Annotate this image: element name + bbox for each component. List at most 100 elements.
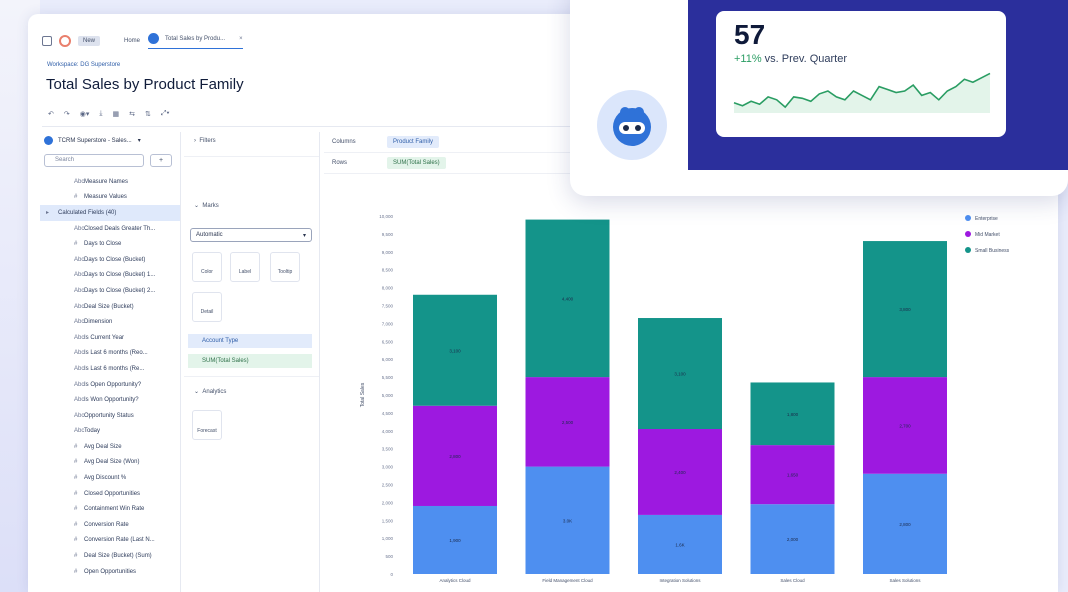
field-item[interactable]: ▸ Calculated Fields (40) bbox=[40, 205, 180, 221]
expand-icon[interactable]: ⤢▾ bbox=[161, 110, 170, 118]
columns-pill[interactable]: Product Family bbox=[387, 136, 440, 148]
chevron-down-icon[interactable]: ▾ bbox=[138, 137, 141, 144]
kpi-value: 57 bbox=[734, 19, 766, 50]
divider bbox=[184, 376, 319, 377]
field-type-icon: Abc bbox=[74, 397, 85, 404]
close-tab-icon[interactable]: × bbox=[239, 36, 243, 42]
label-button[interactable]: Label bbox=[230, 252, 260, 282]
search-input[interactable]: Search bbox=[44, 154, 144, 167]
chevron-down-icon: ▾ bbox=[302, 233, 306, 239]
detail-label: Detail bbox=[200, 309, 214, 315]
field-item[interactable]: # Avg Deal Size (Won) bbox=[40, 455, 180, 471]
field-label: Avg Deal Size bbox=[84, 443, 122, 450]
download-icon[interactable]: ⤓ bbox=[99, 110, 102, 118]
y-tick-label: 2,000 bbox=[382, 500, 394, 505]
field-type-icon: # bbox=[74, 490, 78, 497]
data-label: 1,900 bbox=[449, 538, 461, 543]
redo-icon[interactable]: ↷ bbox=[64, 110, 70, 118]
analytics-label: Analytics bbox=[202, 389, 227, 395]
field-type-icon: Abc bbox=[74, 412, 85, 419]
sort-icon[interactable]: ⇅ bbox=[145, 110, 151, 118]
field-type-icon: Abc bbox=[74, 350, 85, 357]
marks-section[interactable]: ⌄ Marks bbox=[184, 202, 219, 209]
data-label: 2,800 bbox=[449, 454, 461, 459]
y-tick-label: 9,500 bbox=[382, 232, 394, 237]
field-item[interactable]: Abc Opportunity Status bbox=[40, 408, 180, 424]
color-label: Color bbox=[201, 269, 213, 275]
dataset-icon bbox=[44, 136, 53, 145]
legend-label: Small Business bbox=[975, 248, 1010, 254]
field-item[interactable]: Abc Is Current Year bbox=[40, 330, 180, 346]
legend-swatch bbox=[965, 247, 971, 253]
field-item[interactable]: # Conversion Rate (Last N... bbox=[40, 533, 180, 549]
field-label: Open Opportunities bbox=[84, 568, 137, 575]
field-item[interactable]: # Measure Values bbox=[40, 190, 180, 206]
marks-shelf-total-sales[interactable]: SUM(Total Sales) bbox=[188, 354, 312, 368]
field-item[interactable]: Abc Is Won Opportunity? bbox=[40, 392, 180, 408]
field-type-icon: Abc bbox=[74, 272, 85, 279]
filters-section[interactable]: › Filters bbox=[184, 138, 216, 144]
field-item[interactable]: Abc Is Last 6 months (Reo... bbox=[40, 346, 180, 362]
field-item[interactable]: Abc Today bbox=[40, 424, 180, 440]
rows-label: Rows bbox=[332, 160, 348, 166]
field-item[interactable]: Abc Days to Close (Bucket) 1... bbox=[40, 268, 180, 284]
detail-button[interactable]: Detail bbox=[192, 292, 222, 322]
field-item[interactable]: Abc Deal Size (Bucket) bbox=[40, 299, 180, 315]
data-label: 4,400 bbox=[562, 296, 574, 301]
field-label: Conversion Rate bbox=[84, 521, 129, 528]
y-tick-label: 500 bbox=[385, 554, 393, 559]
analytics-section[interactable]: ⌄ Analytics bbox=[184, 388, 226, 395]
field-item[interactable]: # Conversion Rate bbox=[40, 517, 180, 533]
field-item[interactable]: Abc Dimension bbox=[40, 314, 180, 330]
field-item[interactable]: Abc Closed Deals Greater Th... bbox=[40, 221, 180, 237]
data-label: 2,700 bbox=[899, 423, 911, 428]
x-tick-label: Field Management Cloud bbox=[542, 578, 593, 583]
mark-type-select[interactable]: Automatic ▾ bbox=[190, 228, 312, 242]
toolbar: ↶ ↷ ◉▾ ⤓ ▦ ⇆ ⇅ ⤢▾ bbox=[48, 110, 169, 118]
data-label: 3,100 bbox=[674, 372, 686, 377]
tab-total-sales[interactable]: Total Sales by Produ... × bbox=[148, 33, 243, 49]
field-item[interactable]: Abc Is Last 6 months (Re... bbox=[40, 361, 180, 377]
y-axis-title: Total Sales bbox=[360, 382, 366, 407]
field-item[interactable]: Abc Days to Close (Bucket) bbox=[40, 252, 180, 268]
new-button[interactable]: New bbox=[78, 36, 101, 46]
field-item[interactable]: # Avg Deal Size bbox=[40, 439, 180, 455]
top-bar: New Home Total Sales by Produ... × bbox=[42, 33, 243, 49]
color-button[interactable]: Color bbox=[192, 252, 222, 282]
data-icon[interactable]: ◉▾ bbox=[80, 110, 90, 118]
field-item[interactable]: # Avg Discount % bbox=[40, 470, 180, 486]
swap-icon[interactable]: ⇆ bbox=[129, 110, 135, 118]
kpi-widget[interactable]: 57 +11% vs. Prev. Quarter bbox=[716, 11, 1006, 137]
add-field-button[interactable]: + bbox=[150, 154, 172, 167]
table-icon[interactable]: ▦ bbox=[112, 110, 119, 118]
breadcrumb[interactable]: Workspace: DG Superstore bbox=[47, 62, 120, 68]
y-tick-label: 6,500 bbox=[382, 339, 394, 344]
field-item[interactable]: Abc Is Open Opportunity? bbox=[40, 377, 180, 393]
rows-pill[interactable]: SUM(Total Sales) bbox=[387, 157, 446, 169]
undo-icon[interactable]: ↶ bbox=[48, 110, 54, 118]
field-type-icon: Abc bbox=[74, 287, 85, 294]
marks-shelf-account-type[interactable]: Account Type bbox=[188, 334, 312, 348]
x-tick-label: Integration Solutions bbox=[659, 578, 701, 583]
field-type-icon: Abc bbox=[74, 365, 85, 372]
data-source-selector[interactable]: TCRM Superstore - Sales... ▾ bbox=[44, 136, 180, 145]
field-item[interactable]: # Deal Size (Bucket) (Sum) bbox=[40, 548, 180, 564]
field-item[interactable]: # Open Opportunities bbox=[40, 564, 180, 580]
field-label: Avg Discount % bbox=[84, 475, 127, 482]
forecast-button[interactable]: Forecast bbox=[192, 410, 222, 440]
tab-home[interactable]: Home bbox=[124, 38, 140, 44]
tooltip-button[interactable]: Tooltip bbox=[270, 252, 300, 282]
field-type-icon: Abc bbox=[74, 334, 85, 341]
field-item[interactable]: # Days to Close bbox=[40, 236, 180, 252]
app-launcher-icon[interactable] bbox=[42, 36, 52, 46]
sparkline bbox=[733, 72, 991, 113]
data-source-label: TCRM Superstore - Sales... bbox=[58, 137, 132, 144]
field-item[interactable]: Abc Measure Names bbox=[40, 174, 180, 190]
legend-swatch bbox=[965, 231, 971, 237]
field-item[interactable]: # Containment Win Rate bbox=[40, 501, 180, 517]
field-item[interactable]: # Closed Opportunities bbox=[40, 486, 180, 502]
field-label: Is Open Opportunity? bbox=[84, 381, 142, 388]
field-type-icon: Abc bbox=[74, 256, 85, 263]
field-item[interactable]: Abc Days to Close (Bucket) 2... bbox=[40, 283, 180, 299]
y-tick-label: 6,000 bbox=[382, 357, 394, 362]
